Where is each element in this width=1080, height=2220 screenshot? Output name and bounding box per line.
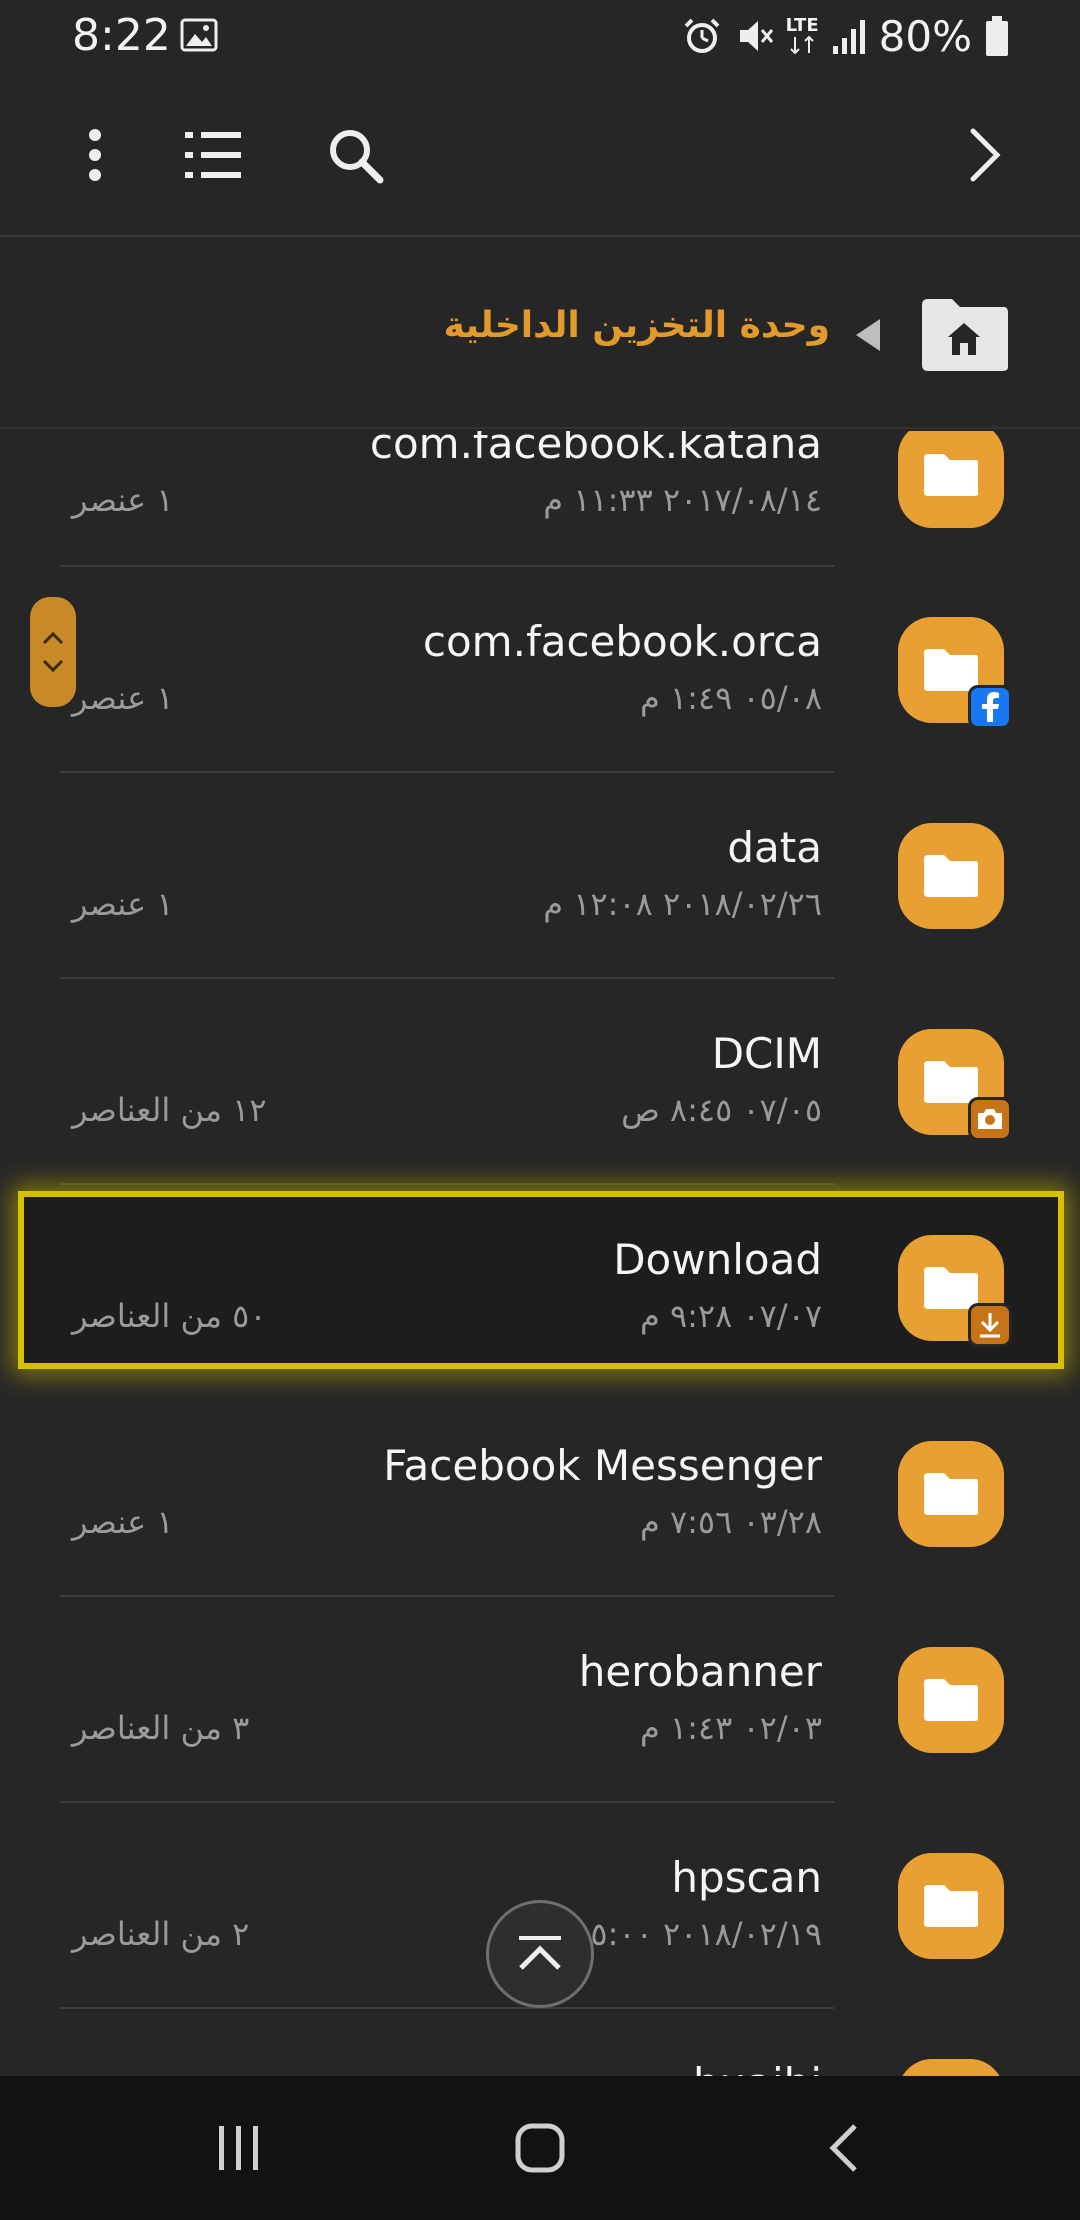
- folder-icon: [898, 1647, 1004, 1753]
- file-count: ٢ من العناصر: [72, 1915, 250, 1953]
- file-name: DCIM: [711, 1029, 822, 1078]
- system-navbar: [0, 2076, 1080, 2220]
- home-folder-icon[interactable]: [918, 295, 1010, 373]
- list-view-icon[interactable]: [168, 110, 258, 200]
- mute-icon: [734, 16, 774, 56]
- file-name: huaibi: [693, 2059, 822, 2076]
- more-vert-icon[interactable]: [50, 110, 140, 200]
- file-count: ١٢ من العناصر: [72, 1091, 267, 1129]
- fast-scroll-handle[interactable]: [30, 597, 76, 707]
- back-icon[interactable]: [798, 2112, 888, 2184]
- file-name: data: [727, 823, 822, 872]
- file-name: hpscan: [671, 1853, 822, 1902]
- list-item[interactable]: com.facebook.orca ٠٥/٠٨ ١:٤٩ م ١ عنصر: [0, 567, 1080, 773]
- file-list: com.facebook.katana ٢٠١٧/٠٨/١٤ ١١:٣٣ م ١…: [0, 431, 1080, 2076]
- folder-icon: [898, 2059, 1004, 2076]
- list-item[interactable]: DCIM ٠٧/٠٥ ٨:٤٥ ص ١٢ من العناصر: [0, 979, 1080, 1185]
- chevron-up-icon: [519, 1936, 561, 1970]
- file-count: ١ عنصر: [72, 1503, 174, 1541]
- file-date: ٠٢/٠٣ ١:٤٣ م: [639, 1709, 822, 1747]
- file-count: ١ عنصر: [72, 885, 174, 923]
- folder-icon: [898, 1029, 1012, 1141]
- scroll-to-top-button[interactable]: [486, 1900, 594, 2008]
- alarm-icon: [682, 16, 722, 56]
- list-item[interactable]: data ٢٠١٨/٠٢/٢٦ ١٢:٠٨ م ١ عنصر: [0, 773, 1080, 979]
- folder-icon: [898, 1441, 1004, 1547]
- gallery-icon: [180, 18, 218, 52]
- list-item[interactable]: herobanner ٠٢/٠٣ ١:٤٣ م ٣ من العناصر: [0, 1597, 1080, 1803]
- file-name: herobanner: [578, 1647, 822, 1696]
- breadcrumb: وحدة التخزين الداخلية: [0, 239, 1080, 429]
- file-date: ٢٠١٧/٠٨/١٤ ١١:٣٣ م: [543, 481, 822, 519]
- file-count: ٣ من العناصر: [72, 1709, 250, 1747]
- list-item[interactable]: huaibi: [0, 2009, 1080, 2076]
- breadcrumb-arrow-icon: [856, 319, 880, 351]
- file-name: com.facebook.katana: [369, 431, 822, 468]
- file-name: Facebook Messenger: [383, 1441, 822, 1490]
- chevron-up-icon: [42, 631, 64, 645]
- home-icon[interactable]: [495, 2112, 585, 2184]
- folder-icon: [898, 1235, 1012, 1347]
- download-badge-icon: [968, 1303, 1012, 1347]
- status-icons: LTE 80%: [682, 11, 1010, 61]
- file-date: ٢٠١٨/٠٢/٢٦ ١٢:٠٨ م: [543, 885, 822, 923]
- file-date: ٠٧/٠٧ ٩:٢٨ م: [639, 1297, 822, 1335]
- status-time: 8:22: [72, 10, 171, 61]
- file-count: ١ عنصر: [72, 481, 174, 519]
- lte-icon: LTE: [786, 17, 819, 55]
- file-date: ٢٠١٨/٠٢/١٩ ٥:٠٠ م: [560, 1915, 822, 1953]
- battery-percent: 80%: [878, 11, 972, 61]
- list-item[interactable]: com.facebook.katana ٢٠١٧/٠٨/١٤ ١١:٣٣ م ١…: [0, 431, 1080, 567]
- recent-apps-icon[interactable]: [194, 2112, 284, 2184]
- file-date: ٠٣/٢٨ ٧:٥٦ م: [639, 1503, 822, 1541]
- chevron-right-icon[interactable]: [940, 110, 1030, 200]
- folder-icon: [898, 1853, 1004, 1959]
- signal-icon: [831, 16, 867, 56]
- status-bar: 8:22 LTE 80%: [0, 0, 1080, 72]
- file-count: ٥٠ من العناصر: [72, 1297, 267, 1335]
- top-toolbar: [0, 72, 1080, 237]
- battery-icon: [984, 15, 1010, 57]
- file-date: ٠٥/٠٨ ١:٤٩ م: [639, 679, 822, 717]
- file-name: com.facebook.orca: [422, 617, 822, 666]
- camera-badge-icon: [968, 1097, 1012, 1141]
- list-item-selected[interactable]: Download ٠٧/٠٧ ٩:٢٨ م ٥٠ من العناصر: [0, 1185, 1080, 1391]
- chevron-down-icon: [42, 659, 64, 673]
- folder-icon: [898, 617, 1012, 729]
- folder-icon: [898, 823, 1004, 929]
- facebook-badge-icon: [968, 685, 1012, 729]
- file-count: ١ عنصر: [72, 679, 174, 717]
- search-icon[interactable]: [310, 110, 400, 200]
- file-name: Download: [613, 1235, 822, 1284]
- folder-icon: [898, 431, 1004, 528]
- file-date: ٠٧/٠٥ ٨:٤٥ ص: [621, 1091, 822, 1129]
- list-item[interactable]: Facebook Messenger ٠٣/٢٨ ٧:٥٦ م ١ عنصر: [0, 1391, 1080, 1597]
- breadcrumb-internal-storage[interactable]: وحدة التخزين الداخلية: [444, 305, 830, 346]
